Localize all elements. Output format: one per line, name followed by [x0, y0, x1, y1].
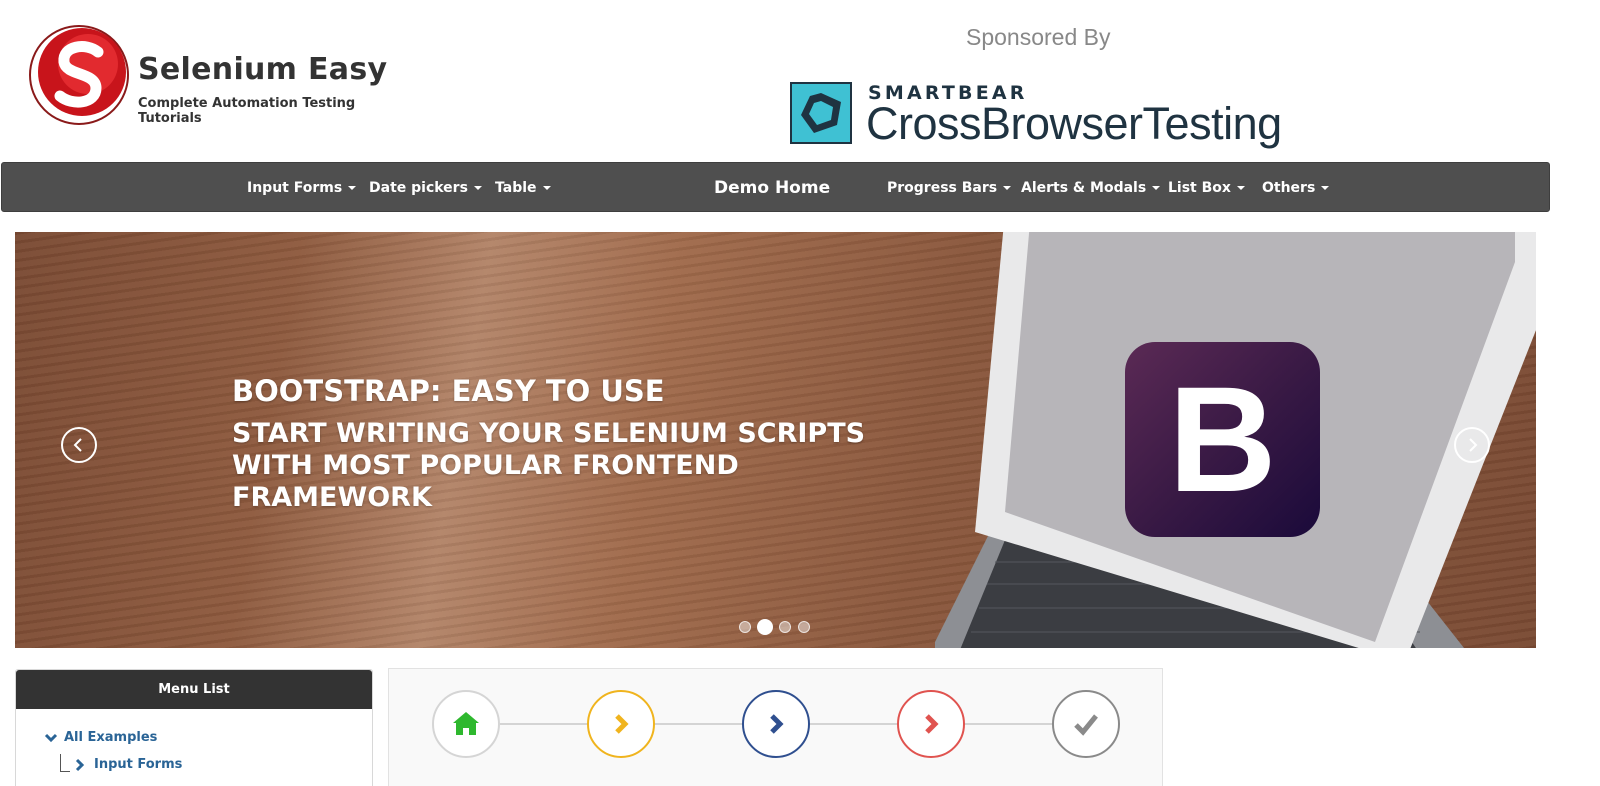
caret-down-icon — [1321, 186, 1330, 190]
nav-alerts-modals[interactable]: Alerts & Modals — [1021, 163, 1161, 213]
step-connector — [500, 723, 590, 725]
smartbear-logo-icon[interactable] — [790, 82, 852, 144]
step-home[interactable] — [432, 690, 500, 758]
caret-down-icon — [1003, 186, 1012, 190]
nav-others[interactable]: Others — [1262, 163, 1330, 213]
main-navbar: Input Forms Date pickers Table Demo Home… — [1, 162, 1550, 212]
caret-down-icon — [1152, 186, 1161, 190]
chevron-left-icon — [73, 438, 82, 452]
tree-item-all-examples[interactable]: All Examples — [44, 730, 157, 745]
carousel-indicator-active[interactable] — [757, 619, 773, 635]
caret-down-icon — [542, 186, 551, 190]
chevron-right-icon — [615, 714, 629, 734]
tree-item-input-forms[interactable]: Input Forms — [74, 757, 182, 772]
chevron-right-icon — [925, 714, 939, 734]
carousel-indicator[interactable] — [798, 621, 810, 633]
carousel-caption: START WRITING YOUR SELENIUM SCRIPTS WITH… — [232, 418, 866, 513]
carousel-title: BOOTSTRAP: EASY TO USE — [232, 374, 665, 408]
page: Selenium Easy Complete Automation Testin… — [0, 0, 1600, 786]
nav-list-box[interactable]: List Box — [1168, 163, 1245, 213]
hero-carousel[interactable]: B BOOTSTRAP: EASY TO USE START WRITING Y… — [15, 232, 1536, 648]
chevron-right-icon — [1469, 438, 1478, 452]
step-complete[interactable] — [1052, 690, 1120, 758]
sponsor-label: Sponsored By — [966, 24, 1111, 50]
caret-down-icon — [1236, 186, 1245, 190]
step-connector — [655, 723, 745, 725]
menu-list-panel: Menu List All Examples Input Forms — [15, 669, 373, 786]
carousel-next-button[interactable] — [1454, 427, 1490, 463]
carousel-indicator[interactable] — [779, 621, 791, 633]
carousel-prev-button[interactable] — [61, 427, 97, 463]
carousel-indicator[interactable] — [739, 621, 751, 633]
home-icon — [453, 712, 479, 735]
nav-demo-home[interactable]: Demo Home — [714, 163, 830, 213]
nav-table[interactable]: Table — [495, 163, 551, 213]
sponsor-product: CrossBrowserTesting — [866, 98, 1282, 149]
menu-list-heading: Menu List — [16, 670, 372, 709]
selenium-easy-logo-icon — [29, 25, 129, 125]
nav-progress-bars[interactable]: Progress Bars — [887, 163, 1012, 213]
step-connector — [810, 723, 900, 725]
step-connector — [965, 723, 1055, 725]
check-icon — [1074, 714, 1098, 736]
step-3[interactable] — [742, 690, 810, 758]
nav-date-pickers[interactable]: Date pickers — [369, 163, 482, 213]
step-4[interactable] — [897, 690, 965, 758]
tree-connector — [60, 771, 70, 772]
carousel-indicators — [739, 618, 819, 635]
step-2[interactable] — [587, 690, 655, 758]
chevron-right-icon — [770, 714, 784, 734]
site-brand[interactable]: Selenium Easy Complete Automation Testin… — [28, 24, 408, 128]
brand-title: Selenium Easy — [138, 52, 388, 87]
chevron-right-icon — [75, 758, 85, 771]
tree-connector — [60, 754, 61, 772]
brand-subtitle: Complete Automation Testing Tutorials — [138, 96, 356, 126]
chevron-down-icon — [44, 733, 58, 742]
caret-down-icon — [348, 186, 357, 190]
bootstrap-logo: B — [1125, 342, 1320, 537]
nav-input-forms[interactable]: Input Forms — [247, 163, 357, 213]
caret-down-icon — [473, 186, 482, 190]
